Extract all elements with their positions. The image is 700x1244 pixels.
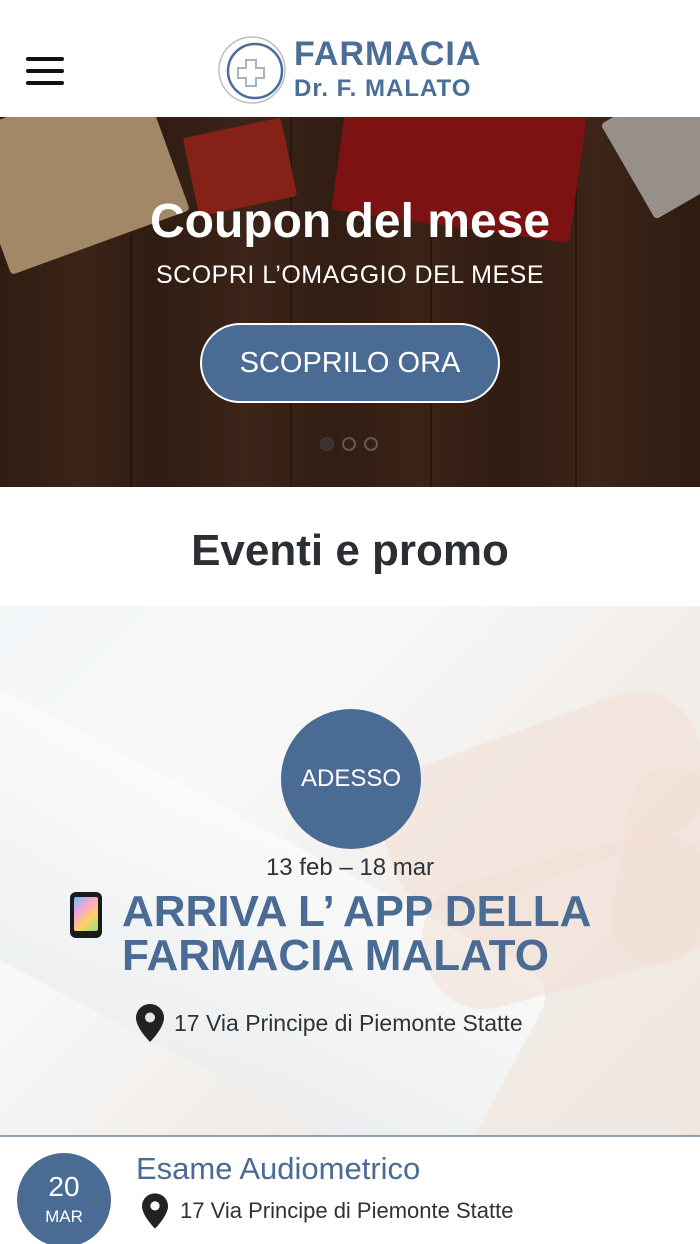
hero-title: Coupon del mese (149, 195, 551, 248)
discover-now-button[interactable]: SCOPRILO ORA (200, 323, 500, 403)
section-title: Eventi e promo (191, 526, 509, 575)
carousel-dot[interactable] (342, 437, 356, 451)
carousel-dot[interactable] (364, 437, 378, 451)
address-text: 17 Via Principe di Piemonte Statte (180, 1198, 514, 1223)
event-day: 20 (48, 1171, 80, 1202)
mobile-phone-icon (70, 892, 102, 938)
brand-subtitle: Dr. F. MALATO (294, 75, 472, 102)
brand-title: FARMACIA (294, 35, 482, 73)
now-badge: ADESSO (281, 709, 421, 849)
event-address: 17 Via Principe di Piemonte Statte (142, 1193, 513, 1229)
event-list-item[interactable]: 20 MAR Esame Audiometrico 17 Via Princip… (0, 1137, 700, 1244)
cross-logo-icon (218, 36, 286, 104)
carousel-indicators (320, 437, 380, 453)
location-pin-icon (142, 1193, 168, 1229)
featured-event-card[interactable]: ADESSO 13 feb – 18 mar ARRIVA L’ APP DEL… (0, 606, 700, 1136)
hero-carousel[interactable]: Coupon del mese SCOPRI L’OMAGGIO DEL MES… (0, 117, 700, 487)
hamburger-menu-icon[interactable] (26, 55, 64, 87)
app-header: FARMACIA Dr. F. MALATO (0, 0, 700, 117)
location-pin-icon (136, 1004, 164, 1042)
carousel-dot[interactable] (320, 437, 334, 451)
hero-subtitle: SCOPRI L’OMAGGIO DEL MESE (155, 261, 545, 289)
pharmacy-logo[interactable]: FARMACIA Dr. F. MALATO (216, 34, 496, 108)
event-month: MAR (45, 1207, 83, 1226)
address-text: 17 Via Principe di Piemonte Statte (174, 1009, 523, 1036)
featured-event-address: 17 Via Principe di Piemonte Statte (136, 1004, 523, 1042)
event-date-badge: 20 MAR (17, 1153, 111, 1244)
event-title: Esame Audiometrico (136, 1151, 421, 1186)
event-date-range: 13 feb – 18 mar (265, 854, 435, 881)
